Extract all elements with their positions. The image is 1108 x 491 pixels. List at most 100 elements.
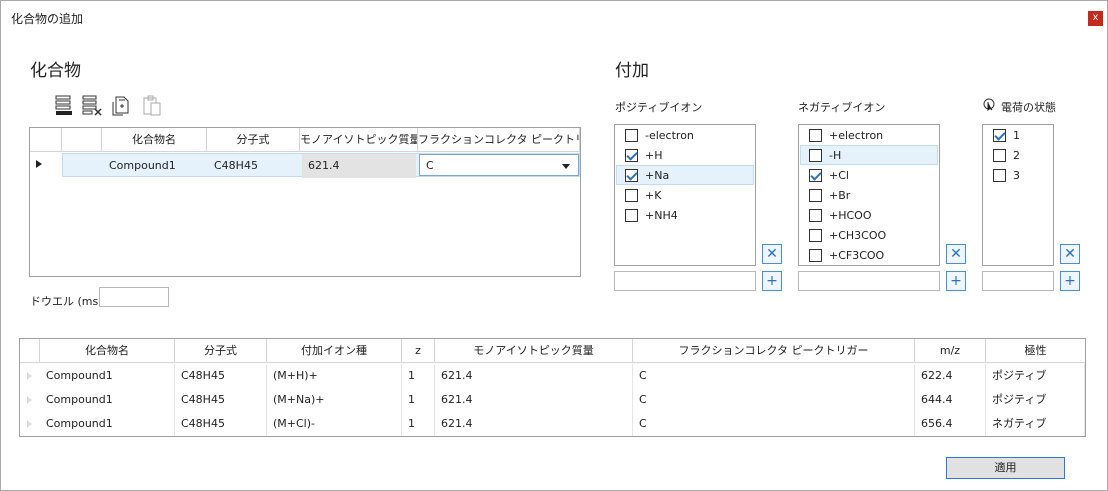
column-header[interactable]: モノアイソトピック質量 (435, 339, 633, 363)
negative-ion-item[interactable]: +CF3COO (803, 246, 939, 266)
charge-state-list[interactable]: 1 2 3 (982, 124, 1054, 266)
formula-cell[interactable]: C48H45 (208, 154, 301, 178)
checkbox[interactable] (809, 209, 822, 222)
row-indicator (27, 396, 32, 404)
checkbox[interactable] (809, 229, 822, 242)
trigger-dropdown[interactable]: C (419, 154, 579, 176)
table-cell[interactable]: C48H45 (175, 388, 267, 412)
compound-name-cell[interactable]: Compound1 (103, 154, 207, 178)
checkbox[interactable] (625, 149, 638, 162)
checkbox[interactable] (809, 249, 822, 262)
column-header[interactable]: フラクションコレクタ ピークトリガー (418, 128, 580, 152)
table-cell[interactable]: Compound1 (40, 412, 175, 436)
negative-ion-item[interactable]: +HCOO (803, 206, 939, 226)
table-row[interactable]: Compound1 C48H45 (M+H)+ 1 621.4 C 622.4 ポジティブ (20, 364, 1085, 388)
column-header[interactable]: z (402, 339, 435, 363)
checkbox[interactable] (993, 129, 1006, 142)
charge-state-item[interactable]: 3 (987, 166, 1053, 186)
table-cell[interactable]: 1 (402, 364, 435, 388)
table-cell[interactable]: 1 (402, 388, 435, 412)
table-row[interactable]: Compound1 C48H45 (M+Cl)- 1 621.4 C 656.4 ネガティブ (20, 412, 1085, 436)
table-cell[interactable]: C48H45 (175, 412, 267, 436)
table-cell[interactable]: 644.4 (915, 388, 986, 412)
column-header[interactable]: m/z (915, 339, 986, 363)
apply-button[interactable]: 適用 (946, 457, 1065, 479)
column-header[interactable]: 分子式 (175, 339, 267, 363)
table-cell[interactable]: ポジティブ (986, 388, 1085, 412)
positive-ion-list[interactable]: -electron +H +Na +K +NH4 (614, 124, 756, 266)
table-cell[interactable]: (M+Cl)- (267, 412, 402, 436)
row-indicator (27, 420, 32, 428)
positive-ion-item[interactable]: -electron (619, 126, 755, 146)
remove-negative-button[interactable]: ✕ (946, 244, 966, 264)
adduct-heading: 付加 (615, 61, 649, 81)
result-table[interactable]: 化合物名 分子式 付加イオン種 z モノアイソトピック質量 フラクションコレクタ… (19, 338, 1086, 437)
table-cell[interactable]: 621.4 (435, 412, 633, 436)
charge-state-input[interactable] (982, 271, 1054, 291)
table-cell[interactable]: 621.4 (435, 364, 633, 388)
negative-ion-item[interactable]: +electron (803, 126, 939, 146)
checkbox[interactable] (993, 169, 1006, 182)
add-positive-button[interactable]: + (762, 271, 782, 291)
checkbox[interactable] (809, 149, 822, 162)
compound-table[interactable]: 化合物名 分子式 モノアイソトピック質量 フラクションコレクタ ピークトリガー … (29, 127, 581, 277)
table-cell[interactable]: 1 (402, 412, 435, 436)
negative-ion-item[interactable]: -H (800, 145, 938, 165)
table-cell[interactable]: Compound1 (40, 388, 175, 412)
column-header[interactable]: 化合物名 (102, 128, 207, 152)
table-row[interactable]: Compound1 C48H45 (M+Na)+ 1 621.4 C 644.4 ポジティブ (20, 388, 1085, 412)
checkbox[interactable] (625, 129, 638, 142)
positive-ion-item[interactable]: +K (619, 186, 755, 206)
checkbox[interactable] (809, 169, 822, 182)
positive-ion-item[interactable]: +H (619, 146, 755, 166)
close-button[interactable]: x (1088, 11, 1103, 26)
row-header-column (30, 128, 62, 152)
negative-ion-item[interactable]: +CH3COO (803, 226, 939, 246)
negative-ion-input[interactable] (798, 271, 940, 291)
table-cell[interactable]: C (633, 364, 915, 388)
positive-ion-input[interactable] (614, 271, 756, 291)
table-cell[interactable]: C (633, 412, 915, 436)
table-cell[interactable]: C (633, 388, 915, 412)
table-cell[interactable]: 622.4 (915, 364, 986, 388)
negative-ion-item[interactable]: +Br (803, 186, 939, 206)
table-cell[interactable]: Compound1 (40, 364, 175, 388)
column-header[interactable]: モノアイソトピック質量 (300, 128, 418, 152)
table-cell[interactable]: 656.4 (915, 412, 986, 436)
chevron-down-icon (562, 164, 570, 169)
column-header[interactable]: フラクションコレクタ ピークトリガー (633, 339, 915, 363)
dwell-input[interactable] (99, 287, 169, 307)
table-cell[interactable]: C48H45 (175, 364, 267, 388)
table-cell[interactable]: (M+Na)+ (267, 388, 402, 412)
table-cell[interactable]: (M+H)+ (267, 364, 402, 388)
add-compound-dialog: 化合物の追加 x 化合物 化合物名 分子式 モノアイソトピック質量 フラクション… (0, 0, 1108, 491)
column-header[interactable]: 付加イオン種 (267, 339, 402, 363)
add-charge-button[interactable]: + (1060, 271, 1080, 291)
negative-ion-list[interactable]: +electron -H +Cl +Br +HCOO +CH3COO +CF3C… (798, 124, 940, 266)
column-header[interactable]: 化合物名 (40, 339, 175, 363)
add-negative-button[interactable]: + (946, 271, 966, 291)
charge-state-item[interactable]: 2 (987, 146, 1053, 166)
delete-row-icon[interactable] (81, 94, 103, 116)
positive-ion-item[interactable]: +NH4 (619, 206, 755, 226)
checkbox[interactable] (625, 169, 638, 182)
checkbox[interactable] (625, 189, 638, 202)
charge-state-item[interactable]: 1 (987, 126, 1053, 146)
table-row[interactable]: Compound1 C48H45 621.4 C (62, 153, 580, 178)
column-header[interactable]: 極性 (986, 339, 1085, 363)
negative-ion-item[interactable]: +Cl (803, 166, 939, 186)
table-cell[interactable]: 621.4 (435, 388, 633, 412)
checkbox[interactable] (625, 209, 638, 222)
compound-heading: 化合物 (30, 61, 81, 81)
remove-positive-button[interactable]: ✕ (762, 244, 782, 264)
checkbox[interactable] (993, 149, 1006, 162)
column-header[interactable]: 分子式 (207, 128, 300, 152)
table-cell[interactable]: ネガティブ (986, 412, 1085, 436)
positive-ion-item[interactable]: +Na (616, 165, 754, 185)
checkbox[interactable] (809, 129, 822, 142)
copy-icon[interactable] (111, 94, 133, 116)
remove-charge-button[interactable]: ✕ (1060, 244, 1080, 264)
table-cell[interactable]: ポジティブ (986, 364, 1085, 388)
add-row-icon[interactable] (53, 94, 75, 116)
checkbox[interactable] (809, 189, 822, 202)
